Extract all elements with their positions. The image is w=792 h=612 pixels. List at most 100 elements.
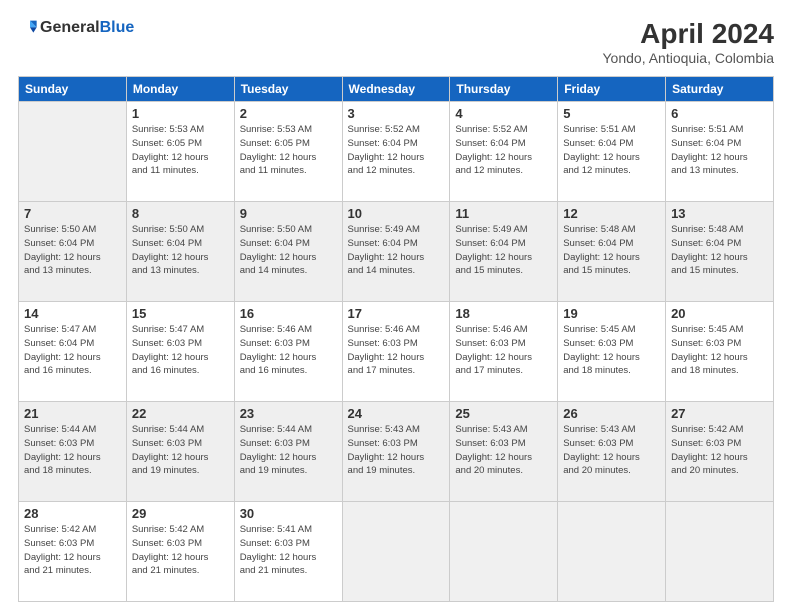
table-row: 8 Sunrise: 5:50 AM Sunset: 6:04 PM Daylig…: [126, 202, 234, 302]
day-detail: Sunrise: 5:46 AM Sunset: 6:03 PM Dayligh…: [348, 323, 445, 378]
table-row: 23Sunrise: 5:44 AM Sunset: 6:03 PM Dayli…: [234, 402, 342, 502]
day-detail: Sunrise: 5:45 AM Sunset: 6:03 PM Dayligh…: [563, 323, 660, 378]
day-number: 22: [132, 406, 229, 421]
day-number: 13: [671, 206, 768, 221]
calendar-header-row: Sunday Monday Tuesday Wednesday Thursday…: [19, 77, 774, 102]
day-number: 26: [563, 406, 660, 421]
table-row: 13 Sunrise: 5:48 AM Sunset: 6:04 PM Dayli…: [666, 202, 774, 302]
table-row: 16 Sunrise: 5:46 AM Sunset: 6:03 PM Dayli…: [234, 302, 342, 402]
day-number: 15: [132, 306, 229, 321]
table-row: [558, 502, 666, 602]
col-friday: Friday: [558, 77, 666, 102]
table-row: 22 Sunrise: 5:44 AM Sunset: 6:03 PM Dayli…: [126, 402, 234, 502]
table-row: 7 Sunrise: 5:50 AM Sunset: 6:04 PM Daylig…: [19, 202, 127, 302]
table-row: 5Sunrise: 5:51 AM Sunset: 6:04 PM Daylig…: [558, 102, 666, 202]
day-detail: Sunrise: 5:42 AM Sunset: 6:03 PM Dayligh…: [132, 523, 229, 578]
table-row: 12Sunrise: 5:48 AM Sunset: 6:04 PM Dayli…: [558, 202, 666, 302]
day-detail: Sunrise: 5:44 AM Sunset: 6:03 PM Dayligh…: [24, 423, 121, 478]
day-number: 6: [671, 106, 768, 121]
table-row: 30Sunrise: 5:41 AM Sunset: 6:03 PM Dayli…: [234, 502, 342, 602]
day-number: 25: [455, 406, 552, 421]
day-detail: Sunrise: 5:49 AM Sunset: 6:04 PM Dayligh…: [455, 223, 552, 278]
page: GeneralBlue April 2024 Yondo, Antioquia,…: [0, 0, 792, 612]
day-number: 3: [348, 106, 445, 121]
day-detail: Sunrise: 5:48 AM Sunset: 6:04 PM Dayligh…: [671, 223, 768, 278]
day-detail: Sunrise: 5:44 AM Sunset: 6:03 PM Dayligh…: [240, 423, 337, 478]
table-row: 10Sunrise: 5:49 AM Sunset: 6:04 PM Dayli…: [342, 202, 450, 302]
col-saturday: Saturday: [666, 77, 774, 102]
day-detail: Sunrise: 5:53 AM Sunset: 6:05 PM Dayligh…: [132, 123, 229, 178]
table-row: 27 Sunrise: 5:42 AM Sunset: 6:03 PM Dayli…: [666, 402, 774, 502]
col-monday: Monday: [126, 77, 234, 102]
title-area: April 2024 Yondo, Antioquia, Colombia: [603, 18, 775, 66]
day-detail: Sunrise: 5:51 AM Sunset: 6:04 PM Dayligh…: [671, 123, 768, 178]
calendar-table: Sunday Monday Tuesday Wednesday Thursday…: [18, 76, 774, 602]
day-detail: Sunrise: 5:50 AM Sunset: 6:04 PM Dayligh…: [132, 223, 229, 278]
day-number: 20: [671, 306, 768, 321]
table-row: 20 Sunrise: 5:45 AM Sunset: 6:03 PM Dayli…: [666, 302, 774, 402]
day-detail: Sunrise: 5:46 AM Sunset: 6:03 PM Dayligh…: [455, 323, 552, 378]
day-number: 4: [455, 106, 552, 121]
day-detail: Sunrise: 5:43 AM Sunset: 6:03 PM Dayligh…: [348, 423, 445, 478]
table-row: 19 Sunrise: 5:45 AM Sunset: 6:03 PM Dayli…: [558, 302, 666, 402]
table-row: [19, 102, 127, 202]
month-title: April 2024: [603, 18, 775, 50]
table-row: [342, 502, 450, 602]
table-row: 28 Sunrise: 5:42 AM Sunset: 6:03 PM Dayli…: [19, 502, 127, 602]
table-row: 11 Sunrise: 5:49 AM Sunset: 6:04 PM Dayli…: [450, 202, 558, 302]
logo-area: GeneralBlue: [18, 18, 134, 38]
day-number: 21: [24, 406, 121, 421]
day-number: 7: [24, 206, 121, 221]
day-number: 30: [240, 506, 337, 521]
logo: GeneralBlue: [18, 18, 134, 38]
table-row: 17 Sunrise: 5:46 AM Sunset: 6:03 PM Dayli…: [342, 302, 450, 402]
day-number: 29: [132, 506, 229, 521]
table-row: [450, 502, 558, 602]
table-row: 2Sunrise: 5:53 AM Sunset: 6:05 PM Daylig…: [234, 102, 342, 202]
day-number: 12: [563, 206, 660, 221]
day-number: 24: [348, 406, 445, 421]
day-number: 8: [132, 206, 229, 221]
calendar-week-row: 1 Sunrise: 5:53 AM Sunset: 6:05 PM Daylig…: [19, 102, 774, 202]
day-number: 18: [455, 306, 552, 321]
day-number: 1: [132, 106, 229, 121]
day-detail: Sunrise: 5:42 AM Sunset: 6:03 PM Dayligh…: [671, 423, 768, 478]
table-row: 14Sunrise: 5:47 AM Sunset: 6:04 PM Dayli…: [19, 302, 127, 402]
table-row: 26 Sunrise: 5:43 AM Sunset: 6:03 PM Dayli…: [558, 402, 666, 502]
subtitle: Yondo, Antioquia, Colombia: [603, 50, 775, 66]
col-sunday: Sunday: [19, 77, 127, 102]
day-detail: Sunrise: 5:47 AM Sunset: 6:04 PM Dayligh…: [24, 323, 121, 378]
day-detail: Sunrise: 5:50 AM Sunset: 6:04 PM Dayligh…: [240, 223, 337, 278]
calendar-week-row: 7 Sunrise: 5:50 AM Sunset: 6:04 PM Daylig…: [19, 202, 774, 302]
table-row: 9Sunrise: 5:50 AM Sunset: 6:04 PM Daylig…: [234, 202, 342, 302]
day-number: 19: [563, 306, 660, 321]
table-row: 15 Sunrise: 5:47 AM Sunset: 6:03 PM Dayli…: [126, 302, 234, 402]
day-number: 28: [24, 506, 121, 521]
calendar-week-row: 14Sunrise: 5:47 AM Sunset: 6:04 PM Dayli…: [19, 302, 774, 402]
day-detail: Sunrise: 5:52 AM Sunset: 6:04 PM Dayligh…: [455, 123, 552, 178]
table-row: 3 Sunrise: 5:52 AM Sunset: 6:04 PM Daylig…: [342, 102, 450, 202]
col-tuesday: Tuesday: [234, 77, 342, 102]
table-row: 18 Sunrise: 5:46 AM Sunset: 6:03 PM Dayli…: [450, 302, 558, 402]
day-detail: Sunrise: 5:47 AM Sunset: 6:03 PM Dayligh…: [132, 323, 229, 378]
day-number: 16: [240, 306, 337, 321]
day-detail: Sunrise: 5:44 AM Sunset: 6:03 PM Dayligh…: [132, 423, 229, 478]
logo-text: GeneralBlue: [40, 19, 134, 37]
logo-icon: [18, 18, 38, 38]
table-row: 29 Sunrise: 5:42 AM Sunset: 6:03 PM Dayli…: [126, 502, 234, 602]
day-detail: Sunrise: 5:43 AM Sunset: 6:03 PM Dayligh…: [563, 423, 660, 478]
header: GeneralBlue April 2024 Yondo, Antioquia,…: [18, 18, 774, 66]
col-thursday: Thursday: [450, 77, 558, 102]
day-detail: Sunrise: 5:42 AM Sunset: 6:03 PM Dayligh…: [24, 523, 121, 578]
table-row: 6 Sunrise: 5:51 AM Sunset: 6:04 PM Daylig…: [666, 102, 774, 202]
table-row: 4 Sunrise: 5:52 AM Sunset: 6:04 PM Daylig…: [450, 102, 558, 202]
day-detail: Sunrise: 5:46 AM Sunset: 6:03 PM Dayligh…: [240, 323, 337, 378]
calendar-week-row: 21 Sunrise: 5:44 AM Sunset: 6:03 PM Dayli…: [19, 402, 774, 502]
day-detail: Sunrise: 5:52 AM Sunset: 6:04 PM Dayligh…: [348, 123, 445, 178]
day-number: 17: [348, 306, 445, 321]
day-detail: Sunrise: 5:50 AM Sunset: 6:04 PM Dayligh…: [24, 223, 121, 278]
day-number: 27: [671, 406, 768, 421]
day-detail: Sunrise: 5:45 AM Sunset: 6:03 PM Dayligh…: [671, 323, 768, 378]
day-detail: Sunrise: 5:53 AM Sunset: 6:05 PM Dayligh…: [240, 123, 337, 178]
day-number: 11: [455, 206, 552, 221]
